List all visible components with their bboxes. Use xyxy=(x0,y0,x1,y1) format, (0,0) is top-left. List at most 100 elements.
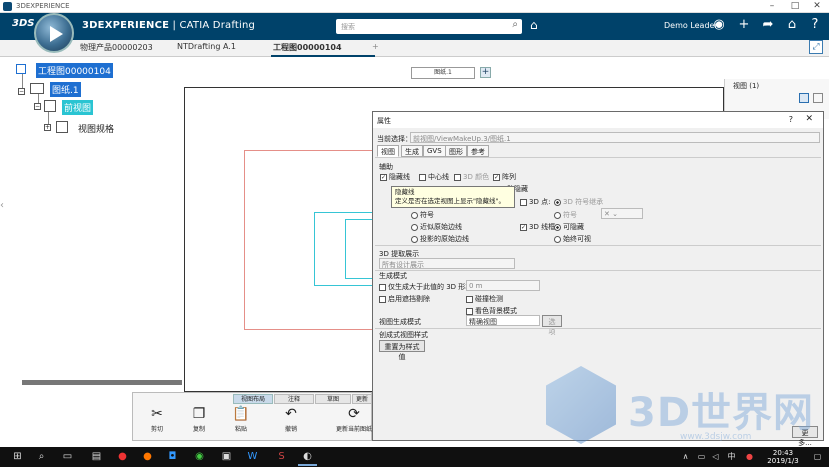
sheet-selector[interactable]: 图纸.1 xyxy=(411,67,475,79)
tray-app-icon[interactable]: ● xyxy=(740,448,759,466)
chrome-icon[interactable]: ◉ xyxy=(190,448,209,466)
update-sheet-button[interactable]: ⟳ 更新当前图纸 xyxy=(334,406,374,433)
watermark-cube-icon xyxy=(546,366,616,444)
taskbar-search-icon[interactable]: ⌕ xyxy=(32,448,51,466)
scissors-icon: ✂ xyxy=(151,406,163,422)
wireframe-3d-checkbox[interactable]: ✓ 3D 线框 xyxy=(520,222,555,232)
projected-edge-radio[interactable]: 投影的原始边线 xyxy=(411,234,469,244)
file-folder-icon[interactable]: ▤ xyxy=(87,448,106,466)
search-icon[interactable]: ⌕ xyxy=(512,19,518,30)
dialog-titlebar: 属性 ? ✕ xyxy=(373,112,823,128)
tab-reference[interactable]: 参考 xyxy=(467,145,489,157)
color-3d-checkbox[interactable]: 3D 颜色 xyxy=(454,172,489,182)
tag-icon[interactable]: ⌂ xyxy=(530,18,538,32)
paste-button[interactable]: 📋 粘贴 xyxy=(224,406,258,433)
dialog-close-button[interactable]: ✕ xyxy=(805,114,813,124)
add-sheet-button[interactable]: + xyxy=(480,67,491,78)
add-icon[interactable]: + xyxy=(735,17,753,32)
options-button[interactable]: 选项 xyxy=(542,315,562,336)
watermark-text: 3D世界网 xyxy=(628,390,815,436)
tab-ntdrafting[interactable]: NTDrafting A.1 xyxy=(177,42,236,51)
solidworks-icon[interactable]: S xyxy=(272,448,291,466)
tab-add[interactable]: + xyxy=(372,42,379,51)
minimize-button[interactable]: – xyxy=(761,0,783,13)
grid-view-icon[interactable] xyxy=(799,93,809,103)
symbol-dropdown[interactable]: ✕ ⌄ xyxy=(601,208,643,219)
current-selection-label: 当前选择： xyxy=(377,135,412,143)
3dexperience-icon[interactable]: ◐ xyxy=(298,448,317,466)
undo-icon: ↶ xyxy=(285,406,297,422)
tab-sketch[interactable]: 草图 xyxy=(315,394,351,404)
left-collapse-icon[interactable]: ‹ xyxy=(0,200,8,240)
compass-icon[interactable] xyxy=(34,13,74,53)
close-window-button[interactable]: ✕ xyxy=(806,0,828,13)
views-panel-title: 视图 (1) xyxy=(733,82,760,90)
symbol-3d-radio[interactable]: 符号 xyxy=(554,210,577,220)
firefox-icon[interactable]: ● xyxy=(138,448,157,466)
share-icon[interactable]: ➦ xyxy=(759,17,777,32)
tab-update[interactable]: 更新 xyxy=(352,394,372,404)
notification-icon[interactable]: ▢ xyxy=(808,448,827,466)
section-aux: 辅助 xyxy=(379,163,393,171)
gen-only-larger-checkbox[interactable]: 仅生成大于此值的 3D 形状 xyxy=(379,282,472,292)
expand-toggle[interactable]: + xyxy=(44,124,51,131)
section-gen-mode: 生成模式 xyxy=(379,272,407,280)
horizontal-scrollbar[interactable] xyxy=(22,380,182,385)
maximize-button[interactable]: □ xyxy=(784,0,806,13)
tree-node-front-view[interactable]: 前视图 xyxy=(62,100,94,115)
active-tab-indicator xyxy=(271,55,375,57)
windows-start-icon[interactable]: ⊞ xyxy=(8,448,27,466)
home-icon[interactable]: ⌂ xyxy=(783,17,801,32)
dialog-help-button[interactable]: ? xyxy=(789,115,793,124)
collapse-toggle[interactable]: − xyxy=(18,88,25,95)
point-3d-checkbox[interactable]: 3D 点: xyxy=(520,197,550,207)
can-hide-radio[interactable]: 可隐藏 xyxy=(554,222,584,232)
clock[interactable]: 20:43 2019/1/3 xyxy=(760,449,806,465)
front-view-inner-frame xyxy=(345,219,374,279)
window-title: 3DEXPERIENCE xyxy=(16,2,70,10)
tab-gvs[interactable]: GVS xyxy=(423,145,446,157)
netease-icon[interactable]: ● xyxy=(113,448,132,466)
tab-physical-product[interactable]: 物理产品00000203 xyxy=(80,42,153,53)
app-icon-2[interactable]: ▣ xyxy=(217,448,236,466)
center-lines-checkbox[interactable]: 中心线 xyxy=(419,172,449,182)
copy-button[interactable]: ❐ 复制 xyxy=(182,406,216,433)
tree-node-view-spec[interactable]: 视图规格 xyxy=(76,121,116,136)
symbol-radio[interactable]: 符号 xyxy=(411,210,434,220)
collapse-toggle[interactable]: − xyxy=(34,103,41,110)
word-icon[interactable]: W xyxy=(243,448,262,466)
approx-edge-radio[interactable]: 近似原始边线 xyxy=(411,222,462,232)
explorer-icon[interactable]: ▭ xyxy=(58,448,77,466)
help-icon[interactable]: ? xyxy=(806,17,824,32)
interference-check-checkbox[interactable]: 碰撞检测 xyxy=(466,294,503,304)
expand-icon[interactable]: ⤢ xyxy=(809,40,823,54)
tab-annotation[interactable]: 注释 xyxy=(274,394,314,404)
tab-graphics[interactable]: 图形 xyxy=(445,145,467,157)
array-checkbox[interactable]: ✓ 阵列 xyxy=(493,172,516,182)
user-icon[interactable]: ◉ xyxy=(710,17,728,32)
view-spec-icon xyxy=(56,121,68,133)
gen-threshold-field[interactable]: 0 m xyxy=(466,280,540,291)
tree-node-drawing[interactable]: 工程图00000104 xyxy=(36,63,113,78)
view-gen-mode-select[interactable]: 精确视图 xyxy=(466,315,540,326)
update-icon: ⟳ xyxy=(348,406,360,422)
tab-view-layout[interactable]: 视图布局 xyxy=(233,394,273,404)
tab-view[interactable]: 视图 xyxy=(377,145,399,157)
cut-button[interactable]: ✂ 剪切 xyxy=(140,406,174,433)
search-input[interactable]: 搜索 ⌕ xyxy=(336,19,522,34)
tab-drawing[interactable]: 工程图00000104 xyxy=(273,42,342,53)
undo-button[interactable]: ↶ 撤销 xyxy=(274,406,308,433)
tree-node-sheet[interactable]: 图纸.1 xyxy=(50,82,81,97)
view-icon xyxy=(44,100,56,112)
occlusion-culling-checkbox[interactable]: 启用遮挡剔除 xyxy=(379,294,430,304)
always-visible-radio[interactable]: 始终可视 xyxy=(554,234,591,244)
list-view-icon[interactable] xyxy=(813,93,823,103)
hidden-lines-checkbox[interactable]: ✓ 隐藏线 xyxy=(380,172,410,182)
hidden-lines-tooltip: 隐藏线 定义是否在选定视图上显示"隐藏线"。 xyxy=(391,186,515,208)
watermark-url: www.3dsjw.com xyxy=(680,432,752,442)
reset-style-button[interactable]: 重置为样式值 xyxy=(379,340,425,361)
ime-icon[interactable]: 中 xyxy=(722,448,741,466)
inherit-3d-radio[interactable]: 3D 符号继承 xyxy=(554,197,603,207)
tab-generation[interactable]: 生成 xyxy=(401,145,423,157)
outlook-icon[interactable]: ◘ xyxy=(163,448,182,466)
